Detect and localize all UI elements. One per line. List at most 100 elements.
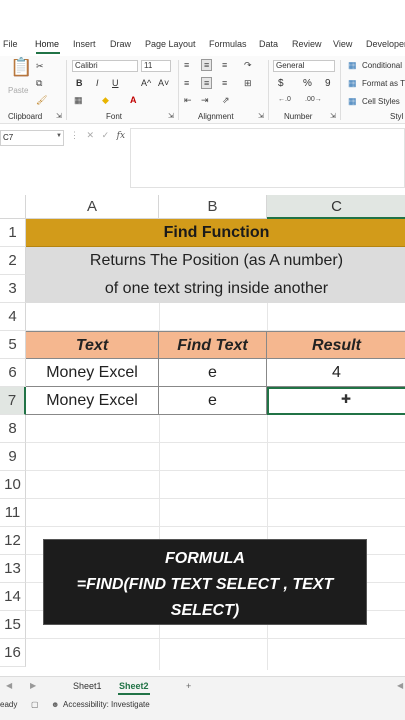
accessibility-status[interactable]: Accessibility: Investigate	[63, 700, 150, 709]
tab-view[interactable]: View	[333, 39, 352, 49]
row-header[interactable]: 15	[0, 611, 26, 639]
enter-icon[interactable]: ✓	[102, 130, 110, 140]
font-size-dropdown[interactable]: 11	[141, 60, 171, 72]
row-header[interactable]: 1	[0, 219, 26, 247]
copy-icon[interactable]: ⧉	[36, 78, 42, 88]
format-painter-icon[interactable]: 🖌	[36, 95, 47, 105]
more-icon[interactable]: ⋮	[70, 130, 79, 140]
macro-icon[interactable]: ▢	[31, 700, 39, 710]
sheet-tab-sheet1[interactable]: Sheet1	[73, 681, 102, 691]
row-header[interactable]: 6	[0, 359, 26, 387]
font-color-icon[interactable]: A	[130, 95, 137, 105]
formula-controls: ⋮ ✕ ✓ fx	[70, 130, 125, 141]
tab-insert[interactable]: Insert	[73, 39, 96, 49]
paste-icon[interactable]: 📋	[10, 58, 32, 76]
row-header[interactable]: 11	[0, 499, 26, 527]
table-cell[interactable]: e	[159, 359, 267, 387]
table-cell[interactable]: Money Excel	[26, 387, 159, 415]
column-header-b[interactable]: B	[159, 195, 267, 219]
orientation-icon[interactable]: ⇗	[222, 95, 230, 105]
row-header[interactable]: 16	[0, 639, 26, 667]
add-sheet-button[interactable]: +	[186, 681, 191, 691]
grow-font-button[interactable]: A^	[141, 78, 151, 88]
fill-color-icon[interactable]: ◆	[102, 95, 109, 105]
font-name-dropdown[interactable]: Calibri	[72, 60, 138, 72]
tab-page-layout[interactable]: Page Layout	[145, 39, 196, 49]
number-launcher-icon[interactable]: ⇲	[330, 112, 336, 122]
row-header[interactable]: 9	[0, 443, 26, 471]
currency-button[interactable]: $	[278, 78, 284, 89]
shrink-font-button[interactable]: A˅	[158, 78, 169, 88]
increase-indent-icon[interactable]: ⇥	[201, 95, 209, 105]
header-cell-text[interactable]: Text	[26, 331, 159, 359]
accessibility-icon[interactable]: ☻	[51, 700, 59, 710]
align-center-icon[interactable]: ≡	[201, 77, 213, 89]
row-header[interactable]: 2	[0, 247, 26, 275]
decrease-indent-icon[interactable]: ⇤	[184, 95, 192, 105]
row-header[interactable]: 7	[0, 387, 26, 415]
header-cell-result[interactable]: Result	[267, 331, 405, 359]
decrease-decimal-icon[interactable]: .00→	[305, 95, 322, 105]
styles-group-label: Styl	[390, 112, 404, 121]
tab-home[interactable]: Home	[35, 39, 59, 49]
select-all-corner[interactable]	[0, 195, 26, 219]
tab-developer[interactable]: Developer	[366, 39, 405, 49]
align-bottom-icon[interactable]: ≡	[222, 60, 227, 70]
subtitle-cell-line2[interactable]: of one text string inside another	[26, 275, 405, 303]
percent-button[interactable]: %	[303, 78, 312, 89]
cut-icon[interactable]: ✂	[36, 61, 44, 71]
align-middle-icon[interactable]: ≡	[201, 59, 213, 71]
table-cell[interactable]: 4	[267, 359, 405, 387]
conditional-formatting-button[interactable]: Conditional	[362, 61, 402, 70]
row-header[interactable]: 5	[0, 331, 26, 359]
format-as-table-button[interactable]: Format as T	[362, 79, 405, 88]
column-header-a[interactable]: A	[26, 195, 159, 219]
row-header[interactable]: 12	[0, 527, 26, 555]
header-cell-find-text[interactable]: Find Text	[159, 331, 267, 359]
font-launcher-icon[interactable]: ⇲	[168, 112, 174, 122]
wrap-text-icon[interactable]: ↷	[244, 60, 252, 70]
row-header[interactable]: 10	[0, 471, 26, 499]
row-header[interactable]: 8	[0, 415, 26, 443]
underline-button[interactable]: U	[112, 78, 119, 88]
prev-sheet-icon[interactable]: ◀	[6, 681, 12, 691]
row-header[interactable]: 3	[0, 275, 26, 303]
clipboard-launcher-icon[interactable]: ⇲	[56, 112, 62, 122]
name-box[interactable]: C7	[0, 130, 64, 146]
table-cell[interactable]: Money Excel	[26, 359, 159, 387]
tab-data[interactable]: Data	[259, 39, 278, 49]
cell-styles-button[interactable]: Cell Styles	[362, 97, 400, 106]
tab-formulas[interactable]: Formulas	[209, 39, 247, 49]
scroll-left-icon[interactable]: ◀	[397, 681, 403, 691]
tab-file[interactable]: File	[3, 39, 18, 49]
formula-input[interactable]	[130, 128, 405, 188]
align-right-icon[interactable]: ≡	[222, 78, 227, 88]
row-header[interactable]: 4	[0, 303, 26, 331]
row-header[interactable]: 14	[0, 583, 26, 611]
row-header[interactable]: 13	[0, 555, 26, 583]
fx-icon[interactable]: fx	[117, 131, 125, 141]
column-header-c[interactable]: C	[267, 195, 405, 219]
align-top-icon[interactable]: ≡	[184, 60, 189, 70]
borders-icon[interactable]: ▦	[74, 95, 83, 105]
chevron-down-icon[interactable]: ▼	[56, 133, 62, 139]
comma-button[interactable]: 9	[325, 78, 331, 89]
title-cell[interactable]: Find Function	[26, 219, 405, 247]
cancel-icon[interactable]: ✕	[87, 130, 95, 140]
align-left-icon[interactable]: ≡	[184, 78, 189, 88]
active-cell-c7[interactable]	[267, 387, 405, 415]
tab-draw[interactable]: Draw	[110, 39, 131, 49]
bold-button[interactable]: B	[76, 78, 83, 88]
increase-decimal-icon[interactable]: ←.0	[278, 95, 291, 105]
number-group-label: Number	[284, 112, 313, 121]
tab-review[interactable]: Review	[292, 39, 322, 49]
sheet-tab-sheet2[interactable]: Sheet2	[119, 681, 149, 691]
next-sheet-icon[interactable]: ▶	[30, 681, 36, 691]
caption-line2: =FIND(FIND TEXT SELECT , TEXT SELECT)	[76, 576, 334, 619]
italic-button[interactable]: I	[96, 78, 99, 88]
number-format-dropdown[interactable]: General	[273, 60, 335, 72]
merge-icon[interactable]: ⊞	[244, 78, 252, 88]
alignment-launcher-icon[interactable]: ⇲	[258, 112, 264, 122]
table-cell[interactable]: e	[159, 387, 267, 415]
subtitle-cell-line1[interactable]: Returns The Position (as A number)	[26, 247, 405, 275]
